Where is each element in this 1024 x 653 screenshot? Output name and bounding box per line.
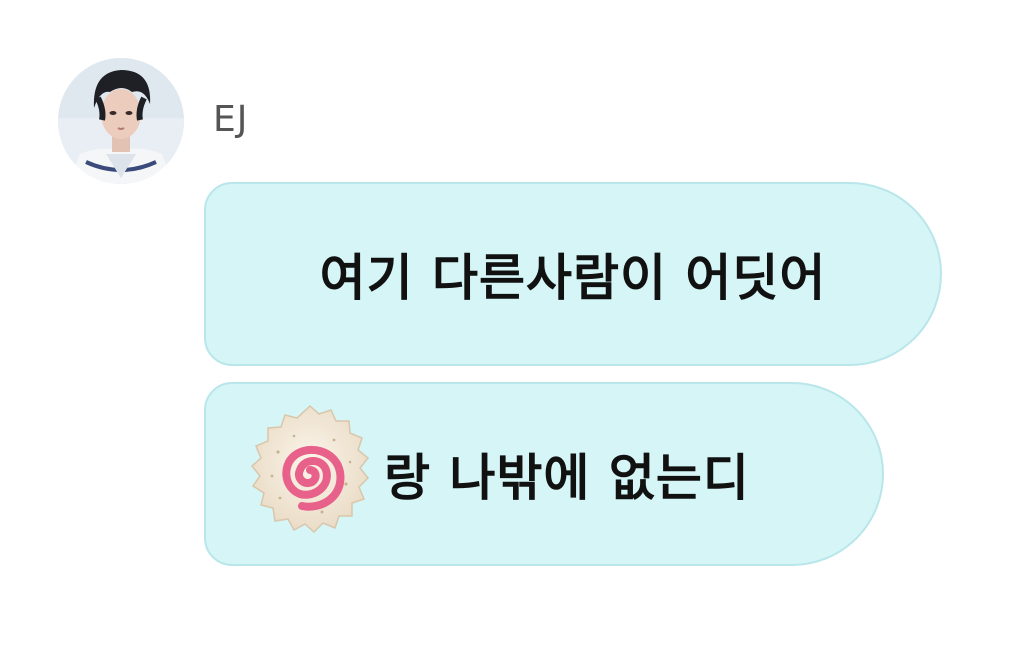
message-bubble[interactable]: 여기 다른사람이 어딧어 bbox=[204, 182, 942, 366]
sender-name: EJ bbox=[213, 99, 249, 140]
avatar-image bbox=[58, 58, 184, 184]
message-text-wrap: 랑 나밖에 없는디 bbox=[384, 382, 750, 566]
sender-avatar[interactable] bbox=[58, 58, 184, 184]
message-text: 랑 나밖에 없는디 bbox=[384, 449, 750, 507]
message-text: 여기 다른사람이 어딧어 bbox=[319, 249, 827, 307]
narutomaki-emoji-icon bbox=[236, 400, 384, 548]
